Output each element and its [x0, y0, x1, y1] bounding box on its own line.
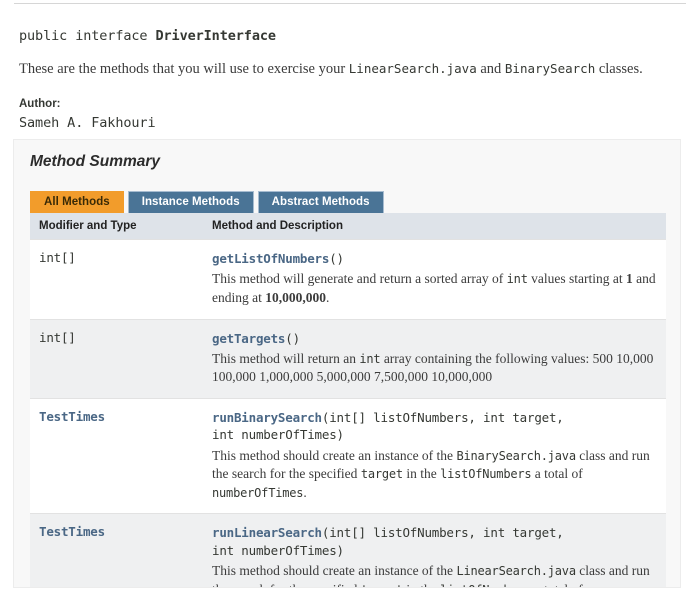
signature-modifier: public interface — [19, 28, 156, 44]
description-fragment: 10,000,000 — [265, 289, 326, 305]
method-signature: runBinarySearch(int[] listOfNumbers, int… — [212, 409, 660, 444]
description-fragment: target — [360, 467, 403, 482]
description-fragment: listOfNumbers — [440, 583, 532, 588]
description-part-1: These are the methods that you will use … — [19, 61, 349, 77]
tab-instance-methods[interactable]: Instance Methods — [127, 191, 254, 213]
method-description: This method will generate and return a s… — [212, 270, 660, 307]
cell-method-and-description: runLinearSearch(int[] listOfNumbers, int… — [203, 513, 666, 588]
method-arguments: () — [285, 330, 300, 346]
description-fragment: int — [359, 351, 381, 366]
description-fragment: This method will generate and return a s… — [212, 271, 507, 287]
description-part-2: and — [476, 61, 505, 77]
method-signature: getTargets() — [212, 330, 660, 347]
author-label: Author: — [19, 97, 61, 110]
cell-modifier-and-type: TestTimes — [30, 397, 203, 514]
type-link[interactable]: TestTimes — [39, 524, 105, 539]
method-summary-panel: Method Summary All Methods Instance Metho… — [13, 139, 681, 588]
description-fragment: values starting at — [527, 271, 626, 287]
table-row: int[] getListOfNumbers() This method will … — [30, 239, 666, 319]
method-description: This method should create an instance of… — [212, 447, 660, 503]
description-fragment: numberOfTimes — [212, 485, 304, 500]
description-fragment: . — [326, 289, 330, 305]
tab-all-methods[interactable]: All Methods — [30, 191, 124, 213]
description-fragment: BinarySearch.java — [456, 448, 576, 463]
description-fragment: This method should create an instance of… — [212, 447, 457, 463]
method-description: This method will return an int array con… — [212, 350, 660, 387]
interface-signature: public interface DriverInterface — [19, 28, 684, 44]
description-fragment: int — [506, 272, 528, 287]
type-text: int[] — [39, 329, 76, 345]
description-fragment: This method should create an instance of… — [212, 562, 457, 578]
top-divider — [14, 3, 686, 4]
method-signature: getListOfNumbers() — [212, 250, 660, 267]
description-fragment: listOfNumbers — [440, 467, 532, 482]
cell-method-and-description: getTargets() This method will return an i… — [203, 318, 666, 399]
type-link[interactable]: TestTimes — [39, 409, 105, 424]
column-header-method-and-description: Method and Description — [203, 213, 666, 240]
method-summary-table: Modifier and Type Method and Description… — [30, 213, 666, 588]
type-text: int[] — [39, 250, 76, 265]
table-body: int[] getListOfNumbers() This method will … — [30, 239, 666, 588]
method-arguments: () — [329, 251, 344, 266]
method-filter-tabs: All Methods Instance Methods Abstract Meth… — [30, 191, 680, 213]
method-name-link[interactable]: getTargets — [212, 331, 285, 346]
description-code-linearsearch: LinearSearch.java — [348, 61, 477, 76]
description-fragment: a total of — [531, 582, 583, 588]
table-row: TestTimes runLinearSearch(int[] listOfNum… — [30, 513, 666, 588]
description-fragment: This method will return an — [212, 350, 360, 366]
table-row: int[] getTargets() This method will return… — [30, 318, 666, 399]
description-fragment: in the — [402, 466, 441, 482]
method-summary-title: Method Summary — [30, 153, 161, 170]
description-fragment: target — [361, 583, 403, 588]
method-name-link[interactable]: getListOfNumbers — [212, 251, 329, 266]
method-name-link[interactable]: runLinearSearch — [212, 525, 322, 540]
tab-abstract-methods[interactable]: Abstract Methods — [257, 191, 384, 213]
cell-modifier-and-type: TestTimes — [30, 513, 203, 587]
description-fragment: 1 — [625, 271, 633, 287]
cell-method-and-description: runBinarySearch(int[] listOfNumbers, int… — [203, 397, 666, 514]
method-description: This method should create an instance of… — [212, 562, 660, 588]
cell-modifier-and-type: int[] — [30, 318, 203, 399]
description-fragment: LinearSearch.java — [456, 563, 576, 578]
description-fragment: . — [303, 484, 307, 500]
table-row: TestTimes runBinarySearch(int[] listOfNum… — [30, 397, 666, 514]
column-header-modifier-and-type: Modifier and Type — [30, 213, 203, 240]
method-name-link[interactable]: runBinarySearch — [212, 410, 322, 425]
description-fragment: a total of — [531, 466, 583, 482]
author-value: Sameh A. Fakhouri — [19, 114, 156, 131]
page-content: public interface DriverInterface These a… — [0, 0, 700, 131]
description-code-binarysearch: BinarySearch — [504, 61, 596, 76]
description-fragment: in the — [403, 582, 440, 588]
javadoc-page: public interface DriverInterface These a… — [0, 0, 700, 599]
description-part-3: classes. — [595, 61, 643, 77]
signature-type-name: DriverInterface — [155, 28, 276, 44]
interface-description: These are the methods that you will use … — [19, 60, 684, 80]
method-signature: runLinearSearch(int[] listOfNumbers, int… — [212, 524, 660, 559]
table-header-row: Modifier and Type Method and Description — [30, 213, 666, 240]
cell-method-and-description: getListOfNumbers() This method will gener… — [203, 239, 666, 319]
cell-modifier-and-type: int[] — [30, 239, 203, 319]
